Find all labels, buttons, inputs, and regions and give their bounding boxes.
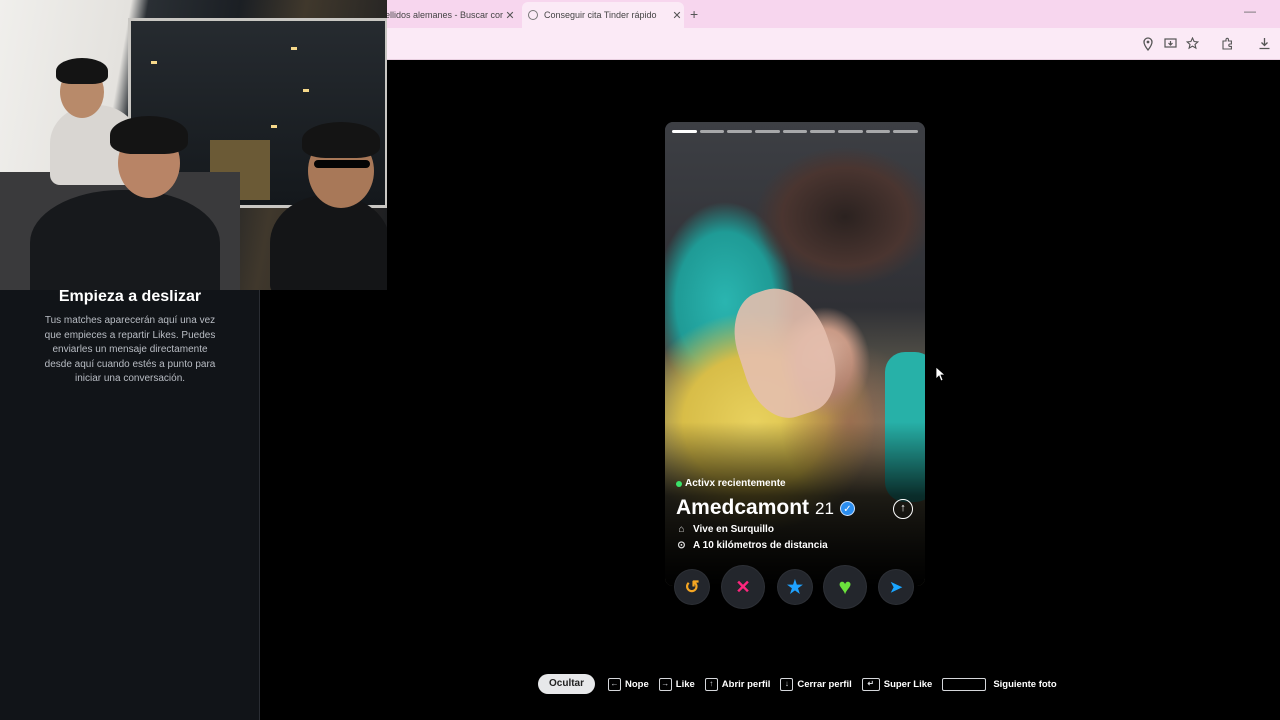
bookmark-star-icon[interactable] [1185,36,1199,51]
install-app-icon[interactable] [1163,37,1177,51]
rewind-icon: ↺ [684,576,700,597]
enter-key-icon: ↵ [861,677,880,691]
photo-progress-segment [727,130,753,133]
screen: ellidos alemanes - Buscar cor ✕ Consegui… [0,0,1280,720]
browser-tab-search[interactable]: ellidos alemanes - Buscar cor ✕ [385,2,517,28]
shortcut-next-photo: Siguiente foto [942,677,1057,691]
shortcut-label: Siguiente foto [993,678,1057,690]
shortcut-label: Super Like [883,678,933,690]
distance-info: ⊙ A 10 kilómetros de distancia [676,540,828,551]
profile-card[interactable]: Activx recientemente Amedcamont 21 ✓ ↑ ⌂… [665,122,925,586]
profile-name-row: Amedcamont 21 ✓ [676,496,855,520]
photo-progress-segment [699,130,725,133]
lives-in-text: Vive en Surquillo [693,524,774,535]
shortcut-label: Cerrar perfil [797,678,852,690]
extensions-icon[interactable] [1220,37,1234,51]
location-icon[interactable] [1141,37,1155,52]
tab-title: ellidos alemanes - Buscar cor [385,10,503,20]
nope-button[interactable]: ✕ [722,566,764,608]
send-icon: ➤ [889,579,903,596]
photo-progress-bar [672,130,919,133]
shortcut-close-profile: ↓ Cerrar perfil [780,677,852,691]
photo-progress-segment [672,130,697,133]
shortcut-label: Nope [625,678,649,690]
webcam-overlay [0,0,387,290]
empty-state-description: Tus matches aparecerán aquí una vez que … [44,315,216,385]
tab-title: Conseguir cita Tinder rápido [544,10,657,20]
like-button[interactable]: ♥ [824,566,866,608]
browser-tab-tinder[interactable]: Conseguir cita Tinder rápido ✕ [522,2,684,28]
arrow-up-key-icon: ↑ [704,677,718,691]
shortcut-like: → Like [658,677,695,691]
heart-icon: ♥ [838,574,852,599]
empty-state-title: Empieza a deslizar [58,288,202,305]
star-icon: ★ [786,576,804,597]
online-dot-icon [676,480,682,487]
arrow-left-key-icon: ← [608,677,622,691]
close-icon[interactable]: ✕ [670,9,684,22]
home-icon: ⌂ [678,524,685,535]
activity-status-label: Activx recientemente [685,478,786,489]
new-tab-button[interactable]: + [690,6,698,22]
super-like-button[interactable]: ★ [778,570,812,604]
globe-icon [528,10,538,20]
shortcut-label: Like [675,678,695,690]
open-profile-button[interactable]: ↑ [893,499,913,519]
shortcut-nope: ← Nope [608,677,649,691]
location-pin-icon: ⊙ [677,540,686,551]
activity-status: Activx recientemente [676,478,786,489]
mouse-cursor-icon [935,366,945,382]
location-info: ⌂ Vive en Surquillo [676,524,774,535]
keyboard-shortcuts-bar: Ocultar ← Nope → Like ↑ Abrir perfil ↓ C… [538,674,1067,694]
close-icon[interactable]: ✕ [503,9,517,22]
profile-name: Amedcamont [676,496,810,519]
photo-progress-segment [893,130,919,133]
shortcut-open-profile: ↑ Abrir perfil [704,677,771,691]
minimize-button[interactable]: — [1244,4,1256,18]
arrow-right-key-icon: → [658,677,672,691]
photo-progress-segment [755,130,780,133]
hide-shortcuts-button[interactable]: Ocultar [538,674,596,694]
photo-progress-segment [782,130,808,133]
distance-text: A 10 kilómetros de distancia [693,540,828,551]
profile-age: 21 [815,499,834,518]
arrow-down-key-icon: ↓ [780,677,794,691]
shortcut-label: Abrir perfil [721,678,771,690]
space-key-icon [942,677,987,691]
shortcut-super-like: ↵ Super Like [861,677,933,691]
boost-button[interactable]: ➤ [879,570,913,604]
verified-badge-icon: ✓ [839,500,855,516]
swipe-actions: ↺ ✕ ★ ♥ ➤ [665,566,925,610]
close-icon: ✕ [735,576,751,597]
download-icon[interactable] [1257,37,1271,51]
photo-progress-segment [838,130,863,133]
rewind-button[interactable]: ↺ [675,570,709,604]
photo-progress-segment [810,130,836,133]
photo-progress-segment [865,130,891,133]
